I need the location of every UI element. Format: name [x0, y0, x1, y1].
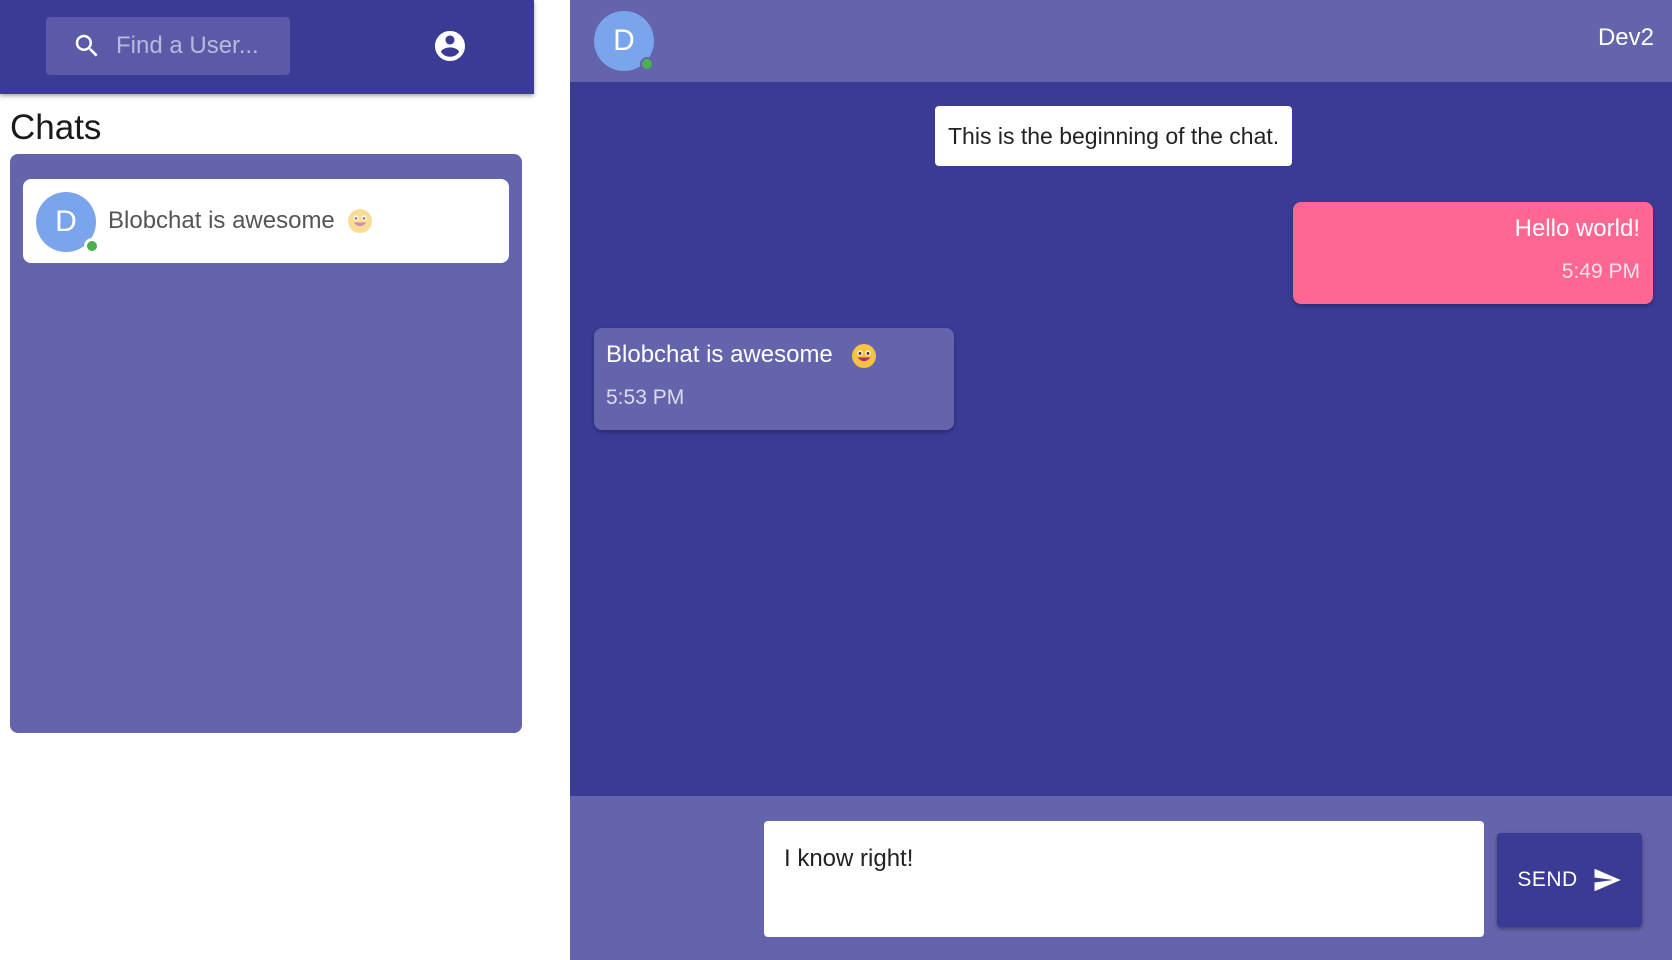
- search-icon: [75, 34, 98, 57]
- message-composer: I know right! SEND: [570, 796, 1672, 960]
- online-status-indicator: [640, 57, 654, 71]
- message-text: Blobchat is awesome: [606, 341, 833, 368]
- account-circle-icon: [435, 31, 465, 61]
- chats-heading: Chats: [10, 108, 102, 147]
- chat-list-item[interactable]: D Blobchat is awesome: [23, 179, 509, 263]
- account-button[interactable]: [428, 24, 472, 68]
- avatar-letter: D: [55, 205, 77, 238]
- chat-preview: Blobchat is awesome: [108, 179, 373, 263]
- incoming-message: Blobchat is awesome 5:53 PM: [594, 328, 954, 430]
- send-button[interactable]: SEND: [1497, 833, 1642, 927]
- message-text: Hello world!: [1514, 215, 1640, 242]
- sidebar: Chats D Blobchat is awesome: [0, 0, 570, 960]
- sidebar-app-bar: [0, 0, 534, 94]
- avatar-letter: D: [613, 24, 635, 57]
- outgoing-message: Hello world! 5:49 PM: [1293, 202, 1653, 304]
- contact-avatar[interactable]: D: [594, 11, 654, 71]
- grinning-face-emoji-icon: [852, 343, 877, 368]
- message-timestamp: 5:53 PM: [606, 386, 685, 409]
- message-timestamp: 5:49 PM: [1561, 260, 1640, 283]
- conversation-panel: D Dev2 This is the beginning of the chat…: [570, 0, 1672, 960]
- contact-name: Dev2: [1597, 24, 1654, 51]
- search-input[interactable]: [116, 17, 286, 75]
- conversation-header: D Dev2: [570, 0, 1672, 82]
- chat-start-notice: This is the beginning of the chat.: [935, 106, 1293, 166]
- chat-list: D Blobchat is awesome: [10, 154, 522, 733]
- search-box[interactable]: [46, 17, 290, 75]
- avatar: D: [36, 192, 100, 254]
- message-input[interactable]: I know right!: [764, 821, 1484, 937]
- send-icon: [1594, 868, 1621, 892]
- online-status-indicator: [84, 238, 100, 254]
- chat-preview-text: Blobchat is awesome: [108, 207, 335, 234]
- message-content: Blobchat is awesome: [606, 340, 954, 370]
- grinning-face-emoji-icon: [347, 209, 372, 233]
- send-button-label: SEND: [1517, 868, 1578, 891]
